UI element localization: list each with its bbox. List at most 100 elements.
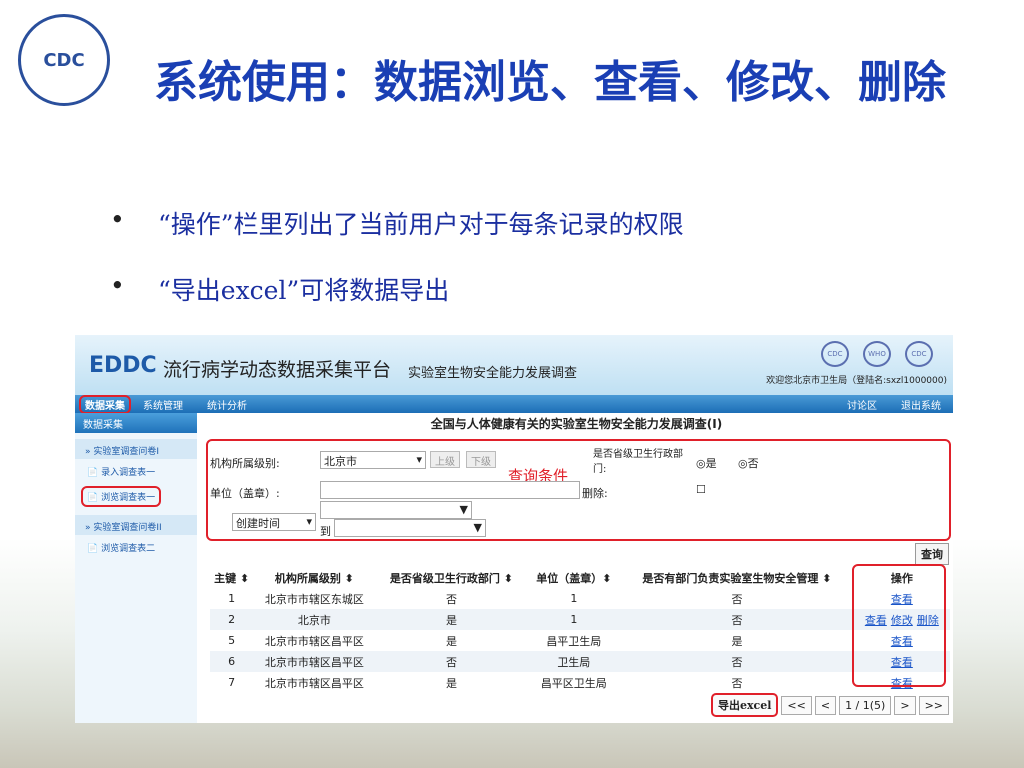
page-title: 全国与人体健康有关的实验室生物安全能力发展调查(I)	[430, 417, 723, 431]
table-cell: 北京市市辖区东城区	[264, 592, 364, 606]
table-cell: 否	[445, 592, 457, 606]
table-cell: 6	[210, 651, 254, 672]
radio-no[interactable]: ◎否	[738, 455, 759, 471]
unit-label: 单位（盖章）:	[210, 487, 280, 500]
column-header[interactable]: 单位（盖章）⬍	[527, 567, 620, 588]
cdc-logo: CDC	[18, 14, 110, 106]
bullet-text: “导出excel”可将数据导出	[158, 276, 450, 305]
table-row: 7 北京市市辖区昌平区是昌平区卫生局否查看	[210, 672, 950, 693]
sidebar-item-enter-form1[interactable]: 📄 录入调查表一	[75, 459, 197, 484]
table-cell: 否	[731, 592, 743, 606]
last-page-button[interactable]: >>	[918, 695, 949, 715]
sidebar-header: 数据采集	[75, 413, 197, 433]
table-cell: 北京市	[253, 609, 376, 630]
level-value: 北京市	[324, 455, 357, 468]
column-header[interactable]: 是否省级卫生行政部门 ⬍	[375, 567, 527, 588]
export-excel-button[interactable]: 导出excel	[710, 693, 779, 717]
up-level-button[interactable]: 上级	[430, 451, 460, 468]
table-cell: 卫生局	[527, 651, 621, 672]
sidebar-item-label: 浏览调查表一	[101, 493, 156, 503]
table-cell: 是	[731, 634, 743, 648]
table-cell: 是	[445, 634, 457, 648]
next-page-button[interactable]: >	[894, 695, 916, 715]
chevron-down-icon: ▾	[416, 453, 422, 466]
slide-title: 系统使用：数据浏览、查看、修改、删除	[154, 57, 946, 108]
time-field-value: 创建时间	[236, 517, 280, 530]
time-field-select[interactable]: 创建时间 ▾	[232, 513, 316, 531]
china-cdc-icon: CDC	[905, 341, 933, 367]
table-row: 2 北京市是 1 否查看 修改 删除	[210, 609, 950, 630]
welcome-text: 欢迎您北京市卫生局（登陆名:sxzl1000000)	[766, 376, 947, 386]
nav-data-collection[interactable]: 数据采集	[79, 394, 131, 414]
delete-label: 删除:	[582, 487, 608, 500]
pager: 导出excel << < 1 / 1(5) > >>	[710, 693, 949, 717]
table-cell: 北京市市辖区昌平区	[264, 676, 364, 690]
survey-name: 实验室生物安全能力发展调查	[408, 366, 578, 381]
table-cell: 北京市市辖区昌平区	[264, 634, 364, 648]
table-cell: 7	[228, 676, 236, 689]
app-header: EDDC 流行病学动态数据采集平台 实验室生物安全能力发展调查 CDC WHO CD…	[75, 335, 953, 395]
table-cell: 否	[620, 609, 854, 630]
table-cell: 5	[228, 634, 236, 647]
table-cell: 1	[570, 592, 578, 605]
first-page-button[interactable]: <<	[781, 695, 812, 715]
date-to-input[interactable]: ▼	[334, 519, 486, 537]
query-panel: 机构所属级别: 北京市 ▾ 上级 下级 查询条件 是否省级卫生行政部门: ◎是 ◎…	[206, 439, 951, 541]
bullet-list: • “操作”栏里列出了当前用户对于每条记录的权限 • “导出excel”可将数据导出	[110, 205, 684, 337]
main-content: 全国与人体健康有关的实验室生物安全能力发展调查(I) 机构所属级别: 北京市 ▾ …	[200, 413, 953, 723]
logo-text: CDC	[43, 49, 85, 71]
delete-checkbox[interactable]: ☐	[696, 483, 706, 496]
level-label: 机构所属级别:	[210, 457, 280, 470]
date-from-input[interactable]: ▼	[320, 501, 472, 519]
table-row: 6 北京市市辖区昌平区否卫生局否查看	[210, 651, 950, 672]
page-indicator: 1 / 1(5)	[839, 695, 892, 715]
calendar-dropdown-icon[interactable]: ▼	[460, 503, 468, 516]
bullet: • “操作”栏里列出了当前用户对于每条记录的权限	[110, 205, 684, 239]
nav-statistics[interactable]: 统计分析	[195, 397, 259, 412]
table-cell: 否	[731, 676, 743, 690]
table-cell: 否	[620, 651, 854, 672]
provincial-label: 是否省级卫生行政部门:	[593, 449, 683, 475]
bullet-text: “操作”栏里列出了当前用户对于每条记录的权限	[158, 210, 684, 239]
table-cell: 昌平卫生局	[546, 634, 602, 648]
search-button[interactable]: 查询	[915, 543, 949, 565]
column-header[interactable]: 是否有部门负责实验室生物安全管理 ⬍	[620, 567, 853, 588]
operations-highlight	[852, 564, 946, 687]
nav-bar: 数据采集 系统管理 统计分析 讨论区 退出系统	[75, 394, 953, 414]
results-table: 主键 ⬍ 机构所属级别 ⬍ 是否省级卫生行政部门 ⬍ 单位（盖章）⬍ 是否有部门…	[210, 567, 950, 693]
radio-yes-label: 是	[705, 457, 717, 470]
app-screenshot: EDDC 流行病学动态数据采集平台 实验室生物安全能力发展调查 CDC WHO CD…	[75, 335, 953, 723]
table-cell: 否	[375, 651, 528, 672]
app-name: 流行病学动态数据采集平台	[163, 359, 392, 381]
brand-logo: EDDC	[89, 353, 157, 378]
table-cell: 昌平区卫生局	[540, 676, 607, 690]
down-level-button[interactable]: 下级	[466, 451, 496, 468]
nav-system-management[interactable]: 系统管理	[131, 397, 195, 412]
who-icon: WHO	[863, 341, 891, 367]
table-cell: 2	[210, 609, 254, 630]
table-cell: 1	[527, 609, 621, 630]
nav-forum[interactable]: 讨论区	[835, 397, 889, 412]
sidebar-item-label: 录入调查表一	[101, 468, 156, 478]
calendar-dropdown-icon[interactable]: ▼	[474, 521, 482, 534]
table-row: 5 北京市市辖区昌平区是昌平卫生局是查看	[210, 630, 950, 651]
radio-no-label: 否	[747, 457, 759, 470]
sidebar-item-browse-form1[interactable]: 📄 浏览调查表一	[75, 484, 197, 509]
sidebar-group[interactable]: » 实验室调查问卷I	[75, 439, 197, 459]
unit-input[interactable]	[320, 481, 580, 499]
to-label: 到	[320, 525, 331, 538]
sidebar-group[interactable]: » 实验室调查问卷II	[75, 515, 197, 535]
column-header[interactable]: 机构所属级别 ⬍	[253, 567, 375, 588]
bullet: • “导出excel”可将数据导出	[110, 271, 450, 305]
radio-yes[interactable]: ◎是	[696, 455, 717, 471]
sidebar: 数据采集 » 实验室调查问卷I 📄 录入调查表一 📄 浏览调查表一 » 实验室调…	[75, 413, 197, 723]
partner-logos: CDC WHO CDC	[821, 341, 933, 367]
prev-page-button[interactable]: <	[814, 695, 837, 715]
level-select[interactable]: 北京市 ▾	[320, 451, 426, 469]
table-cell: 是	[375, 609, 528, 630]
sidebar-item-browse-form2[interactable]: 📄 浏览调查表二	[75, 535, 197, 560]
nav-logout[interactable]: 退出系统	[889, 397, 953, 412]
table-header-row: 主键 ⬍ 机构所属级别 ⬍ 是否省级卫生行政部门 ⬍ 单位（盖章）⬍ 是否有部门…	[210, 567, 950, 588]
cdc-icon: CDC	[821, 341, 849, 367]
column-header[interactable]: 主键 ⬍	[210, 567, 253, 588]
